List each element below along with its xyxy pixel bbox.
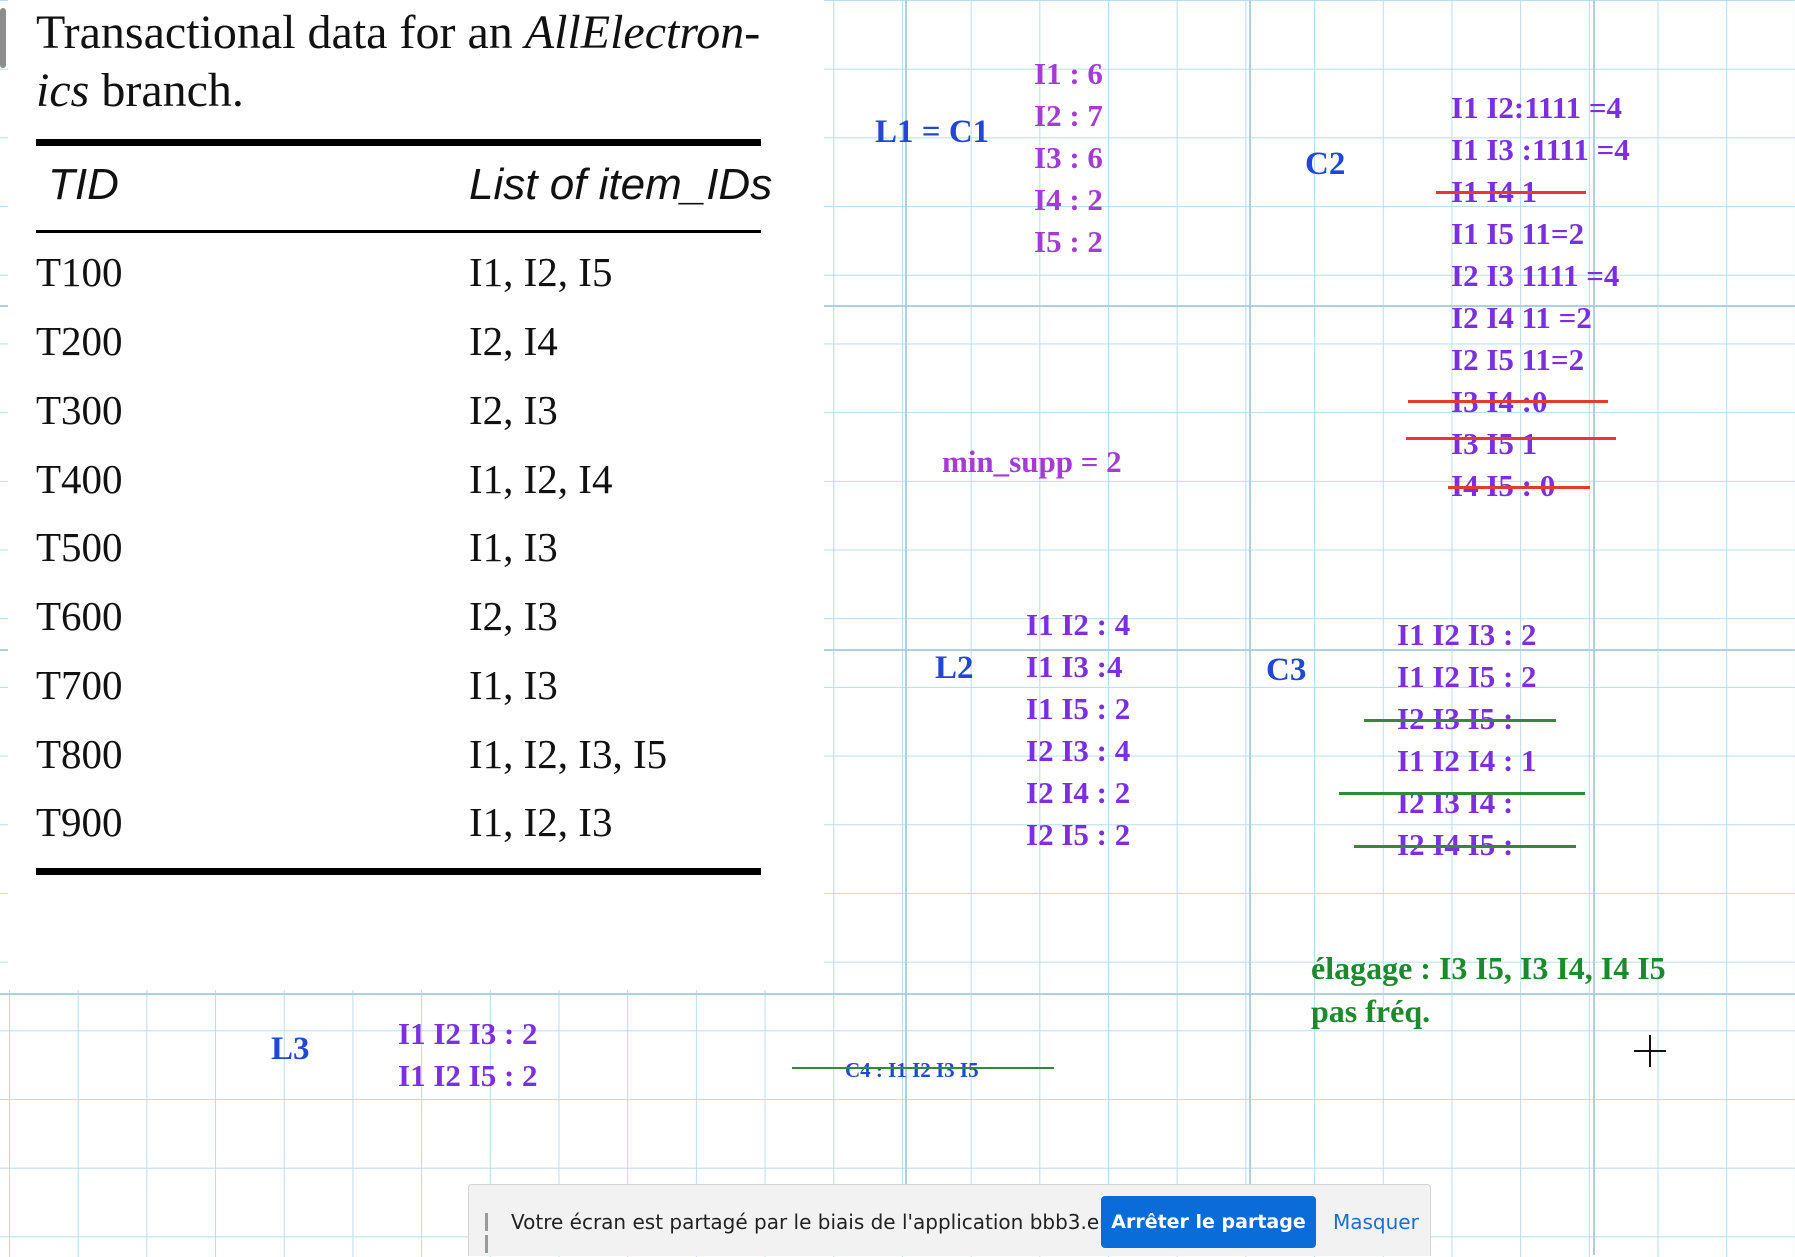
table-row-tid: T100 xyxy=(36,249,123,295)
table-row-items: I1, I2, I4 xyxy=(469,456,613,502)
scrollbar-thumb[interactable] xyxy=(0,8,6,68)
c3-label: C3 xyxy=(1266,652,1307,688)
c2-item: I1 I3 :1111 =4 xyxy=(1451,132,1630,167)
l2-label: L2 xyxy=(935,650,974,686)
strike-line xyxy=(1364,719,1556,722)
hide-link[interactable]: Masquer xyxy=(1333,1210,1419,1234)
table-row-items: I1, I2, I3, I5 xyxy=(469,731,668,777)
table-row-items: I1, I3 xyxy=(469,524,558,570)
l2-item: I2 I5 : 2 xyxy=(1026,817,1131,852)
table-row-tid: T700 xyxy=(36,662,123,708)
grid-line xyxy=(0,993,1795,995)
table-row-tid: T200 xyxy=(36,318,123,364)
l3-item: I1 I2 I3 : 2 xyxy=(398,1016,538,1051)
c2-item: I2 I3 1111 =4 xyxy=(1451,258,1620,293)
caption-italic: AllElectron- xyxy=(524,6,761,59)
c2-label: C2 xyxy=(1305,146,1346,182)
c2-item: I2 I5 11=2 xyxy=(1451,342,1585,377)
grid-line xyxy=(1249,0,1251,1255)
table-row-tid: T400 xyxy=(36,456,123,502)
c2-item: I1 I5 11=2 xyxy=(1451,216,1585,251)
caption-text: Transactional data for an xyxy=(36,6,525,59)
screen-share-bar: Votre écran est partagé par le biais de … xyxy=(468,1184,1431,1256)
pruning-note: élagage : I3 I5, I3 I4, I4 I5 xyxy=(1311,950,1666,986)
table-header-rule xyxy=(36,230,761,233)
caption-italic: ics xyxy=(36,64,90,117)
drag-handle-icon[interactable] xyxy=(485,1213,495,1253)
c3-item: I1 I2 I3 : 2 xyxy=(1397,617,1537,652)
book-excerpt: Transactional data for an AllElectron- i… xyxy=(8,0,824,990)
table-row-tid: T900 xyxy=(36,799,123,845)
table-row-items: I1, I2, I3 xyxy=(469,799,613,845)
c3-item: I2 I3 I4 : xyxy=(1397,785,1514,820)
table-row-items: I2, I3 xyxy=(469,593,558,639)
strike-line xyxy=(1354,845,1576,848)
table-caption: Transactional data for an AllElectron- i… xyxy=(36,4,796,120)
header-items: List of item_IDs xyxy=(469,160,773,209)
header-tid: TID xyxy=(48,160,119,209)
l1-item: I2 : 7 xyxy=(1034,98,1103,133)
table-bottom-rule xyxy=(36,868,761,875)
c3-item: I1 I2 I4 : 1 xyxy=(1397,743,1537,778)
l3-label: L3 xyxy=(271,1031,310,1067)
c2-item: I1 I2:1111 =4 xyxy=(1451,90,1622,125)
l3-item: I1 I2 I5 : 2 xyxy=(398,1058,538,1093)
table-row-items: I2, I3 xyxy=(469,387,558,433)
l2-item: I1 I3 :4 xyxy=(1026,649,1123,684)
caption-text: branch. xyxy=(89,64,244,117)
table-row-items: I1, I3 xyxy=(469,662,558,708)
grid-line xyxy=(1593,0,1595,1255)
c2-item: I3 I5 1 xyxy=(1451,426,1538,461)
l2-item: I2 I4 : 2 xyxy=(1026,775,1131,810)
min-supp: min_supp = 2 xyxy=(942,444,1122,479)
share-message: Votre écran est partagé par le biais de … xyxy=(511,1210,1168,1234)
strike-line xyxy=(1436,191,1586,194)
stop-sharing-button[interactable]: Arrêter le partage xyxy=(1101,1196,1316,1248)
c3-item: I1 I2 I5 : 2 xyxy=(1397,659,1537,694)
strike-line xyxy=(1406,437,1616,440)
table-row-items: I2, I4 xyxy=(469,318,558,364)
l1-item: I1 : 6 xyxy=(1034,56,1103,91)
table-row-tid: T600 xyxy=(36,593,123,639)
strike-line xyxy=(792,1067,1054,1069)
crosshair-cursor-icon xyxy=(1649,1035,1651,1067)
l1-item: I4 : 2 xyxy=(1034,182,1103,217)
l2-item: I1 I2 : 4 xyxy=(1026,607,1131,642)
table-row-items: I1, I2, I5 xyxy=(469,249,613,295)
strike-line xyxy=(1339,792,1585,795)
l2-item: I1 I5 : 2 xyxy=(1026,691,1131,726)
c2-item: I2 I4 11 =2 xyxy=(1451,300,1592,335)
strike-line xyxy=(1408,400,1608,403)
table-row-tid: T500 xyxy=(36,524,123,570)
l1-item: I3 : 6 xyxy=(1034,140,1103,175)
l1-item: I5 : 2 xyxy=(1034,224,1103,259)
pruning-note: pas fréq. xyxy=(1311,993,1431,1029)
table-top-rule xyxy=(36,139,761,146)
l2-item: I2 I3 : 4 xyxy=(1026,733,1131,768)
l1-label: L1 = C1 xyxy=(875,114,990,150)
table-row-tid: T800 xyxy=(36,731,123,777)
table-row-tid: T300 xyxy=(36,387,123,433)
c4-note: C4 : I1 I2 I3 I5 xyxy=(845,1058,979,1082)
strike-line xyxy=(1448,486,1590,489)
